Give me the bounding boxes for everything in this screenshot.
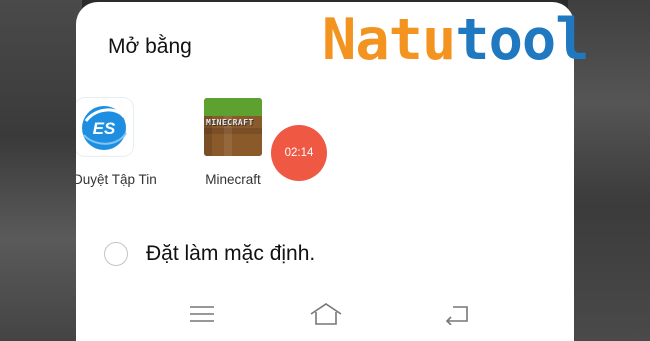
recording-timer-badge[interactable]: 02:14 [271,125,327,181]
minecraft-icon: MINECRAFT [204,98,262,156]
natutool-watermark: Natutool [322,7,590,73]
svg-text:ES: ES [93,119,116,138]
menu-icon[interactable] [182,298,222,330]
app-label: Minecraft [205,172,261,187]
home-icon[interactable] [306,298,346,330]
app-option-es-file-explorer[interactable]: ES ES Duyệt Tập Tin [76,98,164,187]
back-icon[interactable] [438,298,478,330]
es-file-explorer-icon: ES [76,98,133,156]
navigation-bar [76,292,574,336]
set-default-option[interactable]: Đặt làm mặc định. [104,238,315,270]
set-default-radio[interactable] [104,242,128,266]
app-label: ES Duyệt Tập Tin [76,172,157,187]
set-default-label: Đặt làm mặc định. [146,242,316,265]
sheet-title: Mở bằng [108,35,192,58]
background-left [0,0,82,341]
